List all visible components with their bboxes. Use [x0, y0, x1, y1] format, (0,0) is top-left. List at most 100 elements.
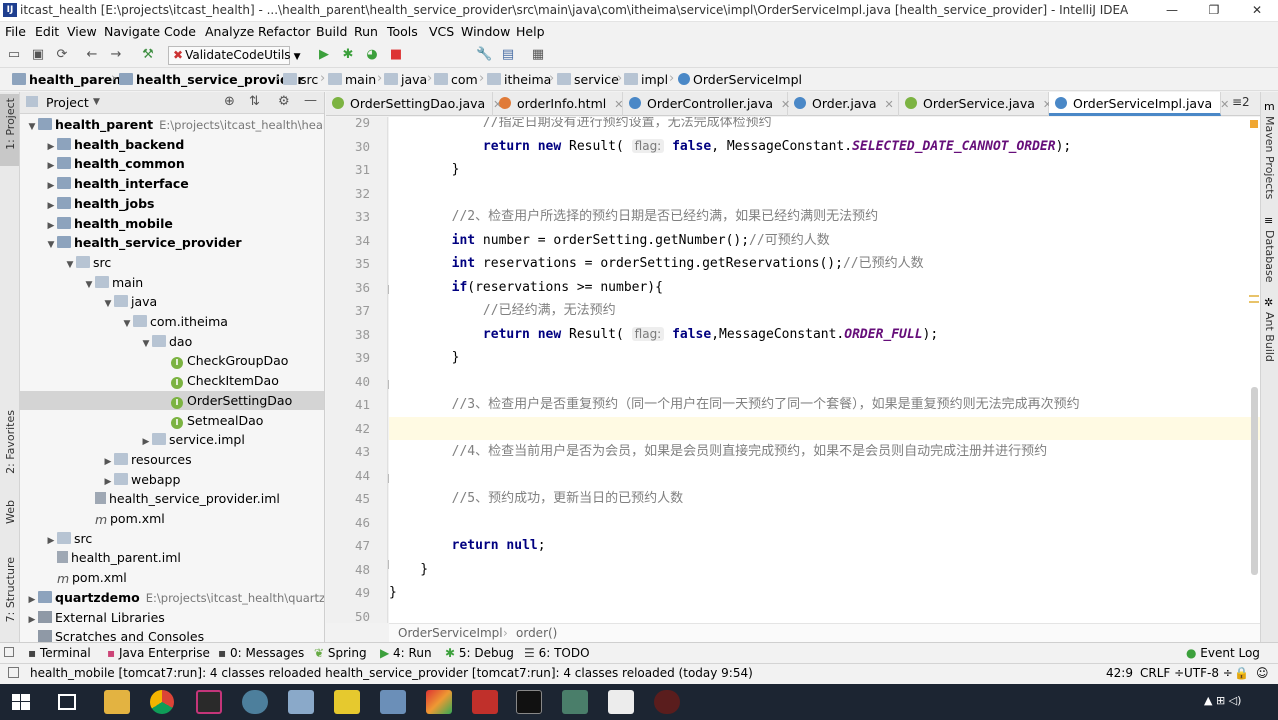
editor-scrollbar[interactable]: [1249, 117, 1260, 623]
chrome-icon[interactable]: [150, 690, 174, 714]
restore-button[interactable]: ❐: [1205, 2, 1223, 18]
coverage-icon[interactable]: ◕: [364, 47, 380, 63]
tree-item[interactable]: ▼ main: [20, 273, 324, 293]
tree-item[interactable]: ▶ quartzdemo E:\projects\itcast_health\qua…: [20, 588, 324, 608]
tree-item[interactable]: ▼ dao: [20, 332, 324, 352]
app-icon[interactable]: [334, 690, 360, 714]
cmd-icon[interactable]: [516, 690, 542, 714]
tree-item[interactable]: ▼ health_parent E:\projects\itcast_health\…: [20, 115, 324, 135]
layout-icon[interactable]: [4, 647, 14, 657]
todo-tab[interactable]: ☰ 6: TODO: [524, 646, 590, 660]
app-icon[interactable]: [242, 690, 268, 714]
terminal-tab[interactable]: ▪ Terminal: [28, 646, 91, 660]
menu-view[interactable]: View: [67, 24, 97, 39]
code-line[interactable]: [389, 182, 1260, 206]
app-icon[interactable]: [288, 690, 314, 714]
code-line[interactable]: int reservations = orderSetting.getReser…: [389, 252, 1260, 276]
tree-item[interactable]: I SetmealDao: [20, 411, 324, 431]
menu-navigate[interactable]: Navigate: [104, 24, 160, 39]
crumb-orderserviceimpl[interactable]: OrderServiceImpl: [678, 72, 802, 87]
crumb-main[interactable]: main: [328, 72, 376, 87]
tree-item[interactable]: ▶ src: [20, 529, 324, 549]
scrollbar-thumb[interactable]: [1251, 387, 1258, 575]
chevron-down-icon[interactable]: ▼: [93, 97, 100, 107]
java-enterprise-tab[interactable]: ▪ Java Enterprise: [107, 646, 210, 660]
project-tool-tab[interactable]: 1: Project: [4, 98, 17, 150]
tree-item[interactable]: ▶ health_backend: [20, 135, 324, 155]
code-line[interactable]: //4、检查当前用户是否为会员，如果是会员则直接完成预约，如果不是会员则自动完成…: [389, 440, 1260, 464]
debug-icon[interactable]: ✱: [340, 47, 356, 63]
task-view-icon[interactable]: [58, 694, 76, 710]
crumb-health-parent[interactable]: health_parent: [12, 72, 127, 87]
crumb-src[interactable]: src: [283, 72, 318, 87]
code-line[interactable]: //3、检查用户是否重复预约（同一个用户在同一天预约了同一个套餐），如果是重复预…: [389, 393, 1260, 417]
save-icon[interactable]: ▣: [30, 47, 46, 63]
caret-position[interactable]: 42:9: [1106, 666, 1133, 680]
messages-tab[interactable]: ▪ 0: Messages: [218, 646, 304, 660]
inspector-icon[interactable]: ☺: [1256, 666, 1269, 680]
tree-item[interactable]: m pom.xml: [20, 509, 324, 529]
crumb-impl[interactable]: impl: [624, 72, 668, 87]
tree-item[interactable]: ▶ External Libraries: [20, 608, 324, 628]
status-message[interactable]: health_mobile [tomcat7:run]: 4 classes r…: [30, 666, 753, 680]
code-line[interactable]: [389, 511, 1260, 535]
tree-item[interactable]: ▶ health_interface: [20, 174, 324, 194]
code-line[interactable]: [389, 370, 1260, 394]
tab-overflow-button[interactable]: ≡2: [1232, 95, 1250, 109]
editor-crumb-class[interactable]: OrderServiceImpl: [398, 624, 503, 642]
typora-icon[interactable]: [608, 690, 634, 714]
collapse-icon[interactable]: ⇅: [249, 94, 260, 109]
run-tab[interactable]: ▶ 4: Run: [380, 646, 432, 660]
editor-tab[interactable]: orderInfo.html ✕: [493, 92, 623, 116]
app-icon[interactable]: [562, 690, 588, 714]
back-icon[interactable]: ←: [84, 47, 100, 63]
tree-item[interactable]: ▼ health_service_provider: [20, 233, 324, 253]
tray-icons[interactable]: ▲ ⊞ ◁): [1204, 694, 1241, 707]
wrench-icon[interactable]: 🔧: [476, 47, 492, 63]
structure-tool-tab[interactable]: 7: Structure: [4, 557, 17, 622]
favorites-tool-tab[interactable]: 2: Favorites: [4, 410, 17, 474]
sync-icon[interactable]: ⟳: [54, 47, 70, 63]
menu-build[interactable]: Build: [316, 24, 347, 39]
menu-window[interactable]: Window: [461, 24, 510, 39]
menu-code[interactable]: Code: [164, 24, 196, 39]
menu-tools[interactable]: Tools: [387, 24, 418, 39]
close-tab-icon[interactable]: ✕: [1220, 98, 1229, 111]
crumb-service[interactable]: service: [557, 72, 619, 87]
file-explorer-icon[interactable]: [104, 690, 130, 714]
code-line[interactable]: return new Result( flag: false, MessageC…: [389, 135, 1260, 159]
menu-help[interactable]: Help: [516, 24, 545, 39]
web-tool-tab[interactable]: Web: [4, 500, 17, 524]
hide-icon[interactable]: —: [304, 93, 317, 108]
code-line[interactable]: [389, 605, 1260, 624]
gear-icon[interactable]: ⚙: [278, 94, 290, 109]
app-icon[interactable]: [380, 690, 406, 714]
menu-file[interactable]: File: [5, 24, 26, 39]
minimize-button[interactable]: —: [1163, 2, 1181, 18]
tree-item[interactable]: m pom.xml: [20, 568, 324, 588]
locate-icon[interactable]: ⊕: [224, 94, 235, 109]
structure-icon[interactable]: ▤: [500, 47, 516, 63]
code-line[interactable]: return null;: [389, 534, 1260, 558]
code-line[interactable]: return new Result( flag: false,MessageCo…: [389, 323, 1260, 347]
code-line[interactable]: [389, 464, 1260, 488]
tree-item[interactable]: ▶ webapp: [20, 470, 324, 490]
app-icon[interactable]: [654, 690, 680, 714]
editor-tab[interactable]: Order.java ✕: [788, 92, 899, 116]
tree-item[interactable]: Scratches and Consoles: [20, 627, 324, 642]
menu-refactor[interactable]: Refactor: [258, 24, 310, 39]
line-separator[interactable]: CRLF ÷: [1140, 666, 1184, 680]
event-log-tab[interactable]: ● Event Log: [1186, 646, 1260, 660]
menu-analyze[interactable]: Analyze: [205, 24, 254, 39]
open-icon[interactable]: ▭: [6, 47, 22, 63]
windows-icon[interactable]: [12, 694, 30, 710]
debug-tab[interactable]: ✱ 5: Debug: [445, 646, 514, 660]
maven-tool-tab[interactable]: Maven Projects: [1263, 116, 1276, 199]
file-encoding[interactable]: UTF-8 ÷: [1184, 666, 1233, 680]
tree-item[interactable]: ▶ resources: [20, 450, 324, 470]
tree-item[interactable]: ▼ java: [20, 292, 324, 312]
tree-item[interactable]: I OrderSettingDao: [20, 390, 324, 411]
tree-item[interactable]: I CheckItemDao: [20, 371, 324, 391]
tree-item[interactable]: health_service_provider.iml: [20, 489, 324, 509]
editor-crumb-method[interactable]: order(): [516, 624, 557, 642]
